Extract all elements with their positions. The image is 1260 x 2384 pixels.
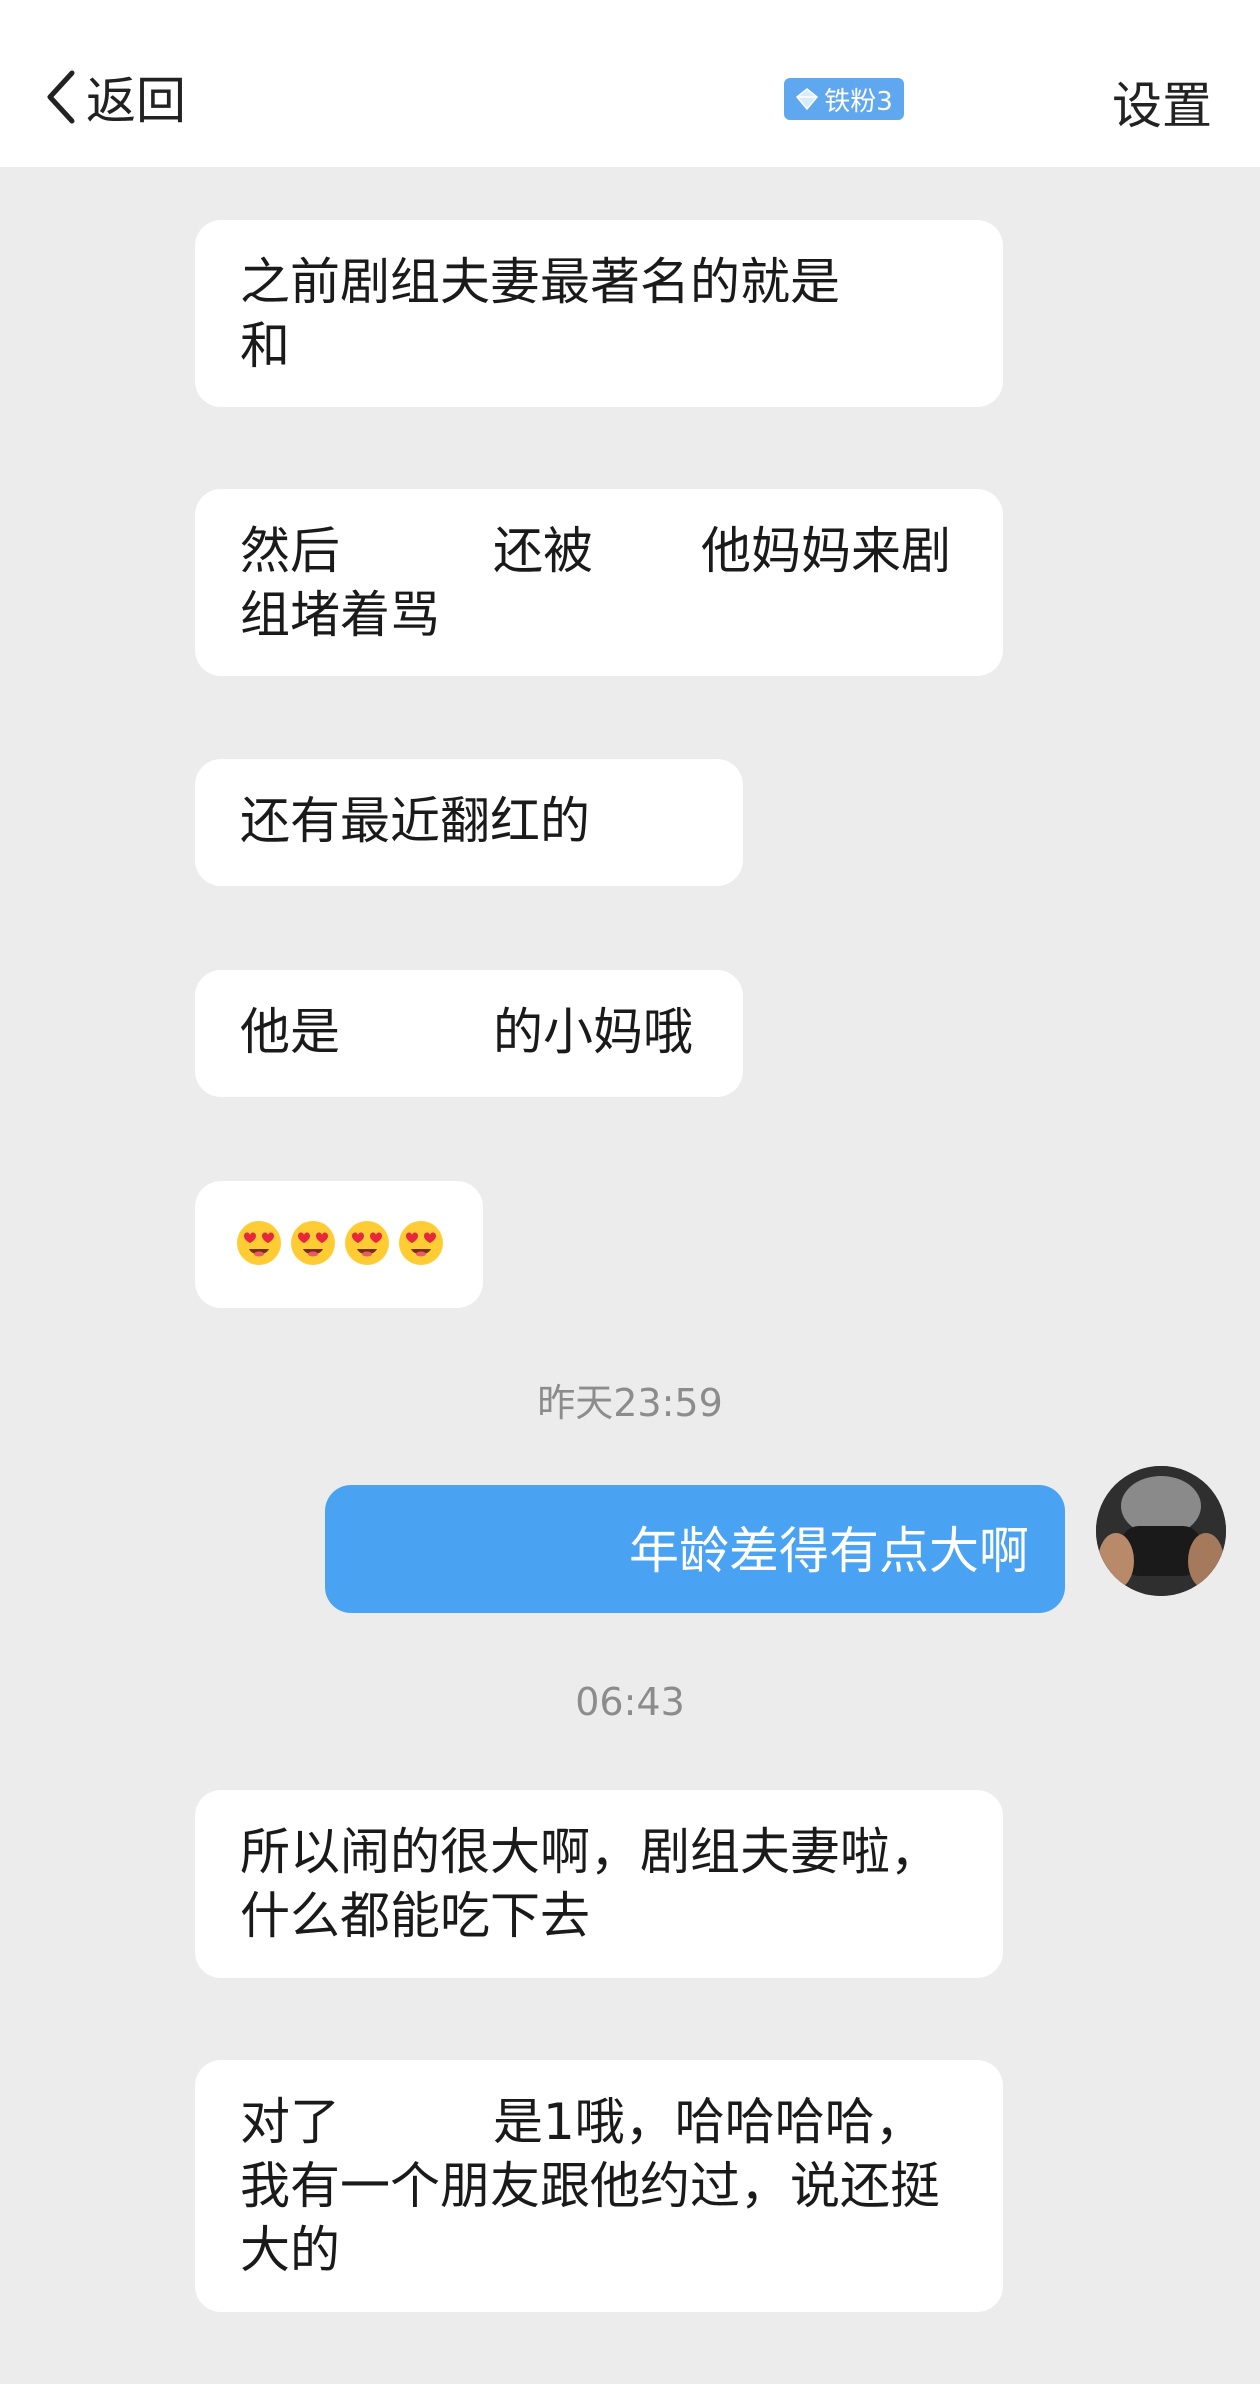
message-text: 和 xyxy=(240,317,290,375)
back-label: 返回 xyxy=(86,72,186,130)
message-text: 大的 xyxy=(240,2221,340,2279)
message-text-line: 然后 还被 他妈妈来剧 xyxy=(240,519,958,583)
avatar[interactable] xyxy=(1096,1466,1226,1596)
message-text: 他是 xyxy=(240,1003,340,1061)
message-bubble[interactable]: 还有最近翻红的 xyxy=(195,759,743,886)
message-text-line: 对了 是1哦，哈哈哈哈， xyxy=(240,2090,958,2154)
my-message-bubble[interactable]: 年龄差得有点大啊 xyxy=(325,1485,1065,1613)
message-bubble[interactable]: 然后 还被 他妈妈来剧 组堵着骂 xyxy=(195,489,1003,676)
heart-eyes-emoji xyxy=(235,1219,283,1267)
heart-eyes-emoji xyxy=(397,1219,445,1267)
timestamp: 06:43 xyxy=(575,1680,685,1724)
message-text: 对了 xyxy=(240,2093,340,2151)
heart-eyes-emoji xyxy=(289,1219,337,1267)
chevron-left-icon xyxy=(47,70,75,124)
fan-level-badge: 铁粉3 xyxy=(784,78,904,120)
message-text: 组堵着骂 xyxy=(240,586,440,644)
chat-screen: 返回 铁粉3 设置 之前剧组夫妻最著名的就是 和 然后 还被 他妈妈来剧 组堵着骂 … xyxy=(0,0,1260,2384)
message-text: 所以闹的很大啊，剧组夫妻啦， xyxy=(240,1823,940,1881)
message-text-line: 他是 的小妈哦 xyxy=(240,1000,698,1064)
message-text: 的小妈哦 xyxy=(493,1003,693,1061)
my-message-text: 年龄差得有点大啊 xyxy=(629,1522,1029,1580)
message-text: 是1哦，哈哈哈哈， xyxy=(493,2093,925,2151)
message-text: 之前剧组夫妻最著名的就是 xyxy=(240,253,840,311)
message-bubble[interactable]: 之前剧组夫妻最著名的就是 和 xyxy=(195,220,1003,407)
message-bubble[interactable]: 对了 是1哦，哈哈哈哈， 我有一个朋友跟他约过，说还挺 大的 xyxy=(195,2060,1003,2312)
back-button[interactable]: 返回 xyxy=(44,62,186,132)
message-text: 还被 xyxy=(493,522,593,580)
message-text: 然后 xyxy=(240,522,340,580)
emoji-row xyxy=(235,1211,443,1275)
timestamp: 昨天23:59 xyxy=(537,1381,723,1425)
message-text: 还有最近翻红的 xyxy=(240,792,590,850)
message-text: 什么都能吃下去 xyxy=(240,1887,590,1945)
message-text: 他妈妈来剧 xyxy=(701,522,951,580)
avatar-image xyxy=(1096,1466,1226,1596)
message-bubble[interactable] xyxy=(195,1181,483,1308)
top-bar: 返回 铁粉3 设置 xyxy=(0,0,1260,167)
message-text: 我有一个朋友跟他约过，说还挺 xyxy=(240,2157,940,2215)
badge-label: 铁粉3 xyxy=(824,86,893,117)
diamond-icon xyxy=(796,88,819,111)
message-bubble[interactable]: 所以闹的很大啊，剧组夫妻啦， 什么都能吃下去 xyxy=(195,1790,1003,1978)
heart-eyes-emoji xyxy=(343,1219,391,1267)
message-bubble[interactable]: 他是 的小妈哦 xyxy=(195,970,743,1097)
settings-button[interactable]: 设置 xyxy=(1112,66,1212,138)
